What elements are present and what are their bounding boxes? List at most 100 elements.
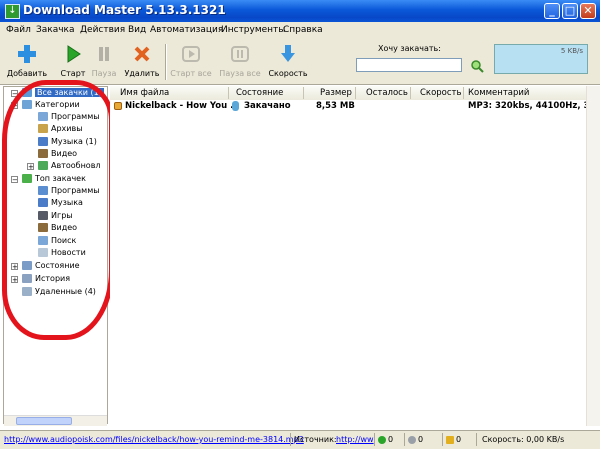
top-programs-icon <box>38 186 48 195</box>
speed-graph: 5 KB/s <box>494 44 588 74</box>
search-go-icon[interactable] <box>470 59 484 73</box>
tree-item-programs[interactable]: Программы <box>38 111 100 123</box>
downloads-table: Имя файла Состояние Размер Осталось Скор… <box>110 86 600 426</box>
pause-all-icon <box>231 46 249 62</box>
column-speed[interactable]: Скорость <box>420 88 462 98</box>
expander-state[interactable]: + <box>11 263 18 271</box>
column-state[interactable]: Состояние <box>236 88 283 98</box>
menu-automation[interactable]: Автоматизация <box>150 25 223 35</box>
toolbar-separator <box>165 44 167 80</box>
cell-state: Закачано <box>244 101 291 111</box>
state-icon <box>22 261 32 270</box>
tree-item-top-games[interactable]: Игры <box>38 210 73 222</box>
trash-icon <box>22 287 32 296</box>
top-video-icon <box>38 223 48 232</box>
menu-tools[interactable]: Инструменты <box>221 25 285 35</box>
queued-icon <box>408 435 416 444</box>
expander-history[interactable]: + <box>11 276 18 284</box>
menu-download[interactable]: Закачка <box>36 25 75 35</box>
status-count-2: 0 <box>408 435 423 444</box>
want-download-input[interactable] <box>356 58 462 72</box>
status-bar: http://www.audiopoisk.com/files/nickelba… <box>0 430 600 449</box>
column-divider[interactable] <box>355 87 356 99</box>
tree-item-deleted[interactable]: Удаленные (4) <box>22 286 96 298</box>
delete-x-icon <box>134 46 150 62</box>
pause-button[interactable]: Пауза <box>90 42 118 82</box>
close-button[interactable]: ✕ <box>580 3 596 19</box>
column-divider[interactable] <box>410 87 411 99</box>
cell-comment: MP3: 320kbs, 44100Hz, 3:43 <box>468 101 600 111</box>
start-button[interactable]: Старт <box>56 42 90 82</box>
tree-horizontal-scrollbar[interactable] <box>4 415 107 426</box>
tree-item-top-search[interactable]: Поиск <box>38 235 76 247</box>
status-divider <box>476 433 477 446</box>
tree-item-top-programs[interactable]: Программы <box>38 185 100 197</box>
paused-icon <box>446 435 454 444</box>
add-button[interactable]: Добавить <box>4 42 50 82</box>
status-source-value[interactable]: http://ww <box>336 435 374 444</box>
status-divider <box>290 433 291 446</box>
title-bar: ↓ Download Master 5.13.3.1321 _ □ ✕ <box>0 0 600 22</box>
expander-autoupdate[interactable]: + <box>27 163 34 171</box>
tree-item-history[interactable]: История <box>22 273 70 285</box>
tree-item-top-music[interactable]: Музыка <box>38 197 83 209</box>
status-url[interactable]: http://www.audiopoisk.com/files/nickelba… <box>4 435 304 444</box>
cell-size: 8,53 MB <box>316 101 355 111</box>
expander-top[interactable]: − <box>11 176 18 184</box>
tree-item-archives[interactable]: Архивы <box>38 123 83 135</box>
tree-item-all-downloads[interactable]: Все закачки (1) <box>22 87 104 99</box>
start-all-button[interactable]: Старт все <box>168 42 214 82</box>
table-row[interactable]: Nickelback - How You ... Закачано 8,53 M… <box>110 100 600 113</box>
menu-actions[interactable]: Действия <box>80 25 125 35</box>
status-divider <box>442 433 443 446</box>
column-size[interactable]: Размер <box>320 88 352 98</box>
top-downloads-icon <box>22 174 32 183</box>
tree-item-top-downloads[interactable]: Топ закачек <box>22 173 86 185</box>
column-divider[interactable] <box>228 87 229 99</box>
menu-view[interactable]: Вид <box>128 25 146 35</box>
status-divider <box>374 433 375 446</box>
menu-file[interactable]: Файл <box>6 25 31 35</box>
tree-item-top-news[interactable]: Новости <box>38 247 86 259</box>
speed-button[interactable]: Скорость <box>266 42 310 82</box>
programs-icon <box>38 112 48 121</box>
tree-item-autoupdate[interactable]: Автообновл <box>38 160 101 172</box>
completed-icon <box>232 101 239 111</box>
search-icon <box>38 236 48 245</box>
speed-arrow-icon <box>281 45 295 62</box>
autoupdate-icon <box>38 161 48 170</box>
tree-item-state[interactable]: Состояние <box>22 260 80 272</box>
maximize-button[interactable]: □ <box>562 3 578 19</box>
tree-item-top-video[interactable]: Видео <box>38 222 77 234</box>
column-divider[interactable] <box>303 87 304 99</box>
minimize-button[interactable]: _ <box>544 3 560 19</box>
expander-all[interactable]: − <box>11 90 18 98</box>
scrollbar-thumb[interactable] <box>16 417 72 425</box>
want-download-label: Хочу закачать: <box>378 44 441 53</box>
expander-categories[interactable]: − <box>11 102 18 110</box>
categories-icon <box>22 100 32 109</box>
speed-graph-label: 5 KB/s <box>560 47 583 55</box>
tree-item-video[interactable]: Видео <box>38 148 77 160</box>
column-filename[interactable]: Имя файла <box>120 88 169 98</box>
status-count-3: 0 <box>446 435 461 444</box>
tree-item-music[interactable]: Музыка (1) <box>38 136 97 148</box>
games-icon <box>38 211 48 220</box>
column-comment[interactable]: Комментарий <box>468 88 529 98</box>
audio-file-icon <box>114 102 122 110</box>
delete-button[interactable]: Удалить <box>122 42 162 82</box>
video-icon <box>38 149 48 158</box>
archive-icon <box>38 124 48 133</box>
tree-item-categories[interactable]: Категории <box>22 99 80 111</box>
status-count-1: 0 <box>378 435 393 444</box>
status-source-label: Источник: <box>294 435 337 444</box>
cell-filename: Nickelback - How You ... <box>125 101 240 111</box>
pause-all-button[interactable]: Пауза все <box>216 42 264 82</box>
column-divider[interactable] <box>463 87 464 99</box>
menu-help[interactable]: Справка <box>283 25 323 35</box>
column-left[interactable]: Осталось <box>366 88 408 98</box>
window-title: Download Master 5.13.3.1321 <box>23 3 226 17</box>
start-all-icon <box>182 46 200 62</box>
table-vertical-scrollbar[interactable] <box>586 86 600 426</box>
all-downloads-icon <box>22 88 32 97</box>
